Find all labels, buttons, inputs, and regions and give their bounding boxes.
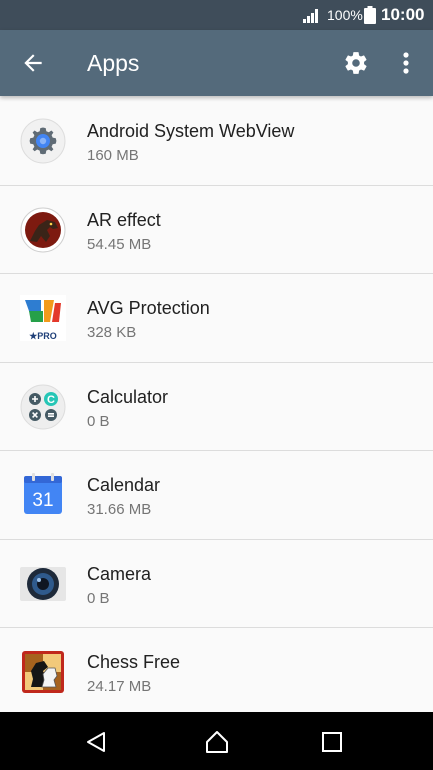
nav-recents-icon[interactable]	[319, 729, 345, 755]
list-item[interactable]: Android System WebView 160 MB	[0, 97, 433, 186]
webview-gear-icon	[20, 118, 66, 164]
nav-back-icon[interactable]	[83, 729, 109, 755]
app-name: Camera	[87, 563, 152, 584]
list-item[interactable]: ★PRO AVG Protection 328 KB	[0, 274, 433, 363]
more-vert-icon[interactable]	[396, 50, 416, 76]
app-name: Android System WebView	[87, 121, 295, 141]
nav-home-icon[interactable]	[204, 729, 230, 755]
list-item[interactable]: AR effect 54.45 MB	[0, 186, 433, 274]
clock: 10:00	[381, 5, 425, 24]
app-name: Calculator	[87, 386, 169, 407]
battery-icon	[364, 6, 376, 24]
battery-percent: 100%	[327, 7, 363, 23]
app-size: 328 KB	[87, 324, 137, 341]
list-item[interactable]: Camera 0 B	[0, 540, 433, 628]
app-name: Chess Free	[87, 652, 181, 672]
app-size: 54.45 MB	[87, 235, 152, 253]
app-size: 24.17 MB	[87, 678, 152, 695]
svg-text:31: 31	[32, 490, 53, 511]
page-title: Apps	[87, 50, 140, 76]
app-size: 31.66 MB	[87, 501, 152, 518]
settings-gear-icon[interactable]	[343, 50, 369, 76]
signal-icon	[303, 9, 318, 23]
status-bar: 100% 10:00	[0, 0, 433, 30]
app-size: 160 MB	[87, 147, 139, 164]
list-item[interactable]: Chess Free 24.17 MB	[0, 628, 433, 712]
camera-icon	[20, 566, 66, 601]
app-size: 0 B	[87, 589, 110, 607]
chess-free-icon	[22, 651, 64, 693]
calculator-icon: C	[20, 384, 66, 429]
app-list: Android System WebView 160 MB AR effect …	[0, 97, 433, 712]
svg-text:★PRO: ★PRO	[29, 331, 57, 341]
list-item[interactable]: C Calculator 0 B	[0, 363, 433, 451]
app-name: AR effect	[87, 209, 161, 230]
ar-effect-dinosaur-icon	[20, 207, 66, 252]
calendar-icon: 31	[24, 473, 62, 514]
list-item[interactable]: 31 Calendar 31.66 MB	[0, 451, 433, 540]
navigation-bar	[0, 712, 433, 770]
app-name: AVG Protection	[87, 298, 210, 318]
back-arrow-icon[interactable]	[20, 50, 46, 76]
svg-text:C: C	[47, 394, 55, 406]
avg-protection-icon: ★PRO	[20, 295, 66, 341]
app-bar: Apps	[0, 30, 433, 96]
app-size: 0 B	[87, 412, 110, 430]
app-name: Calendar	[87, 475, 161, 495]
